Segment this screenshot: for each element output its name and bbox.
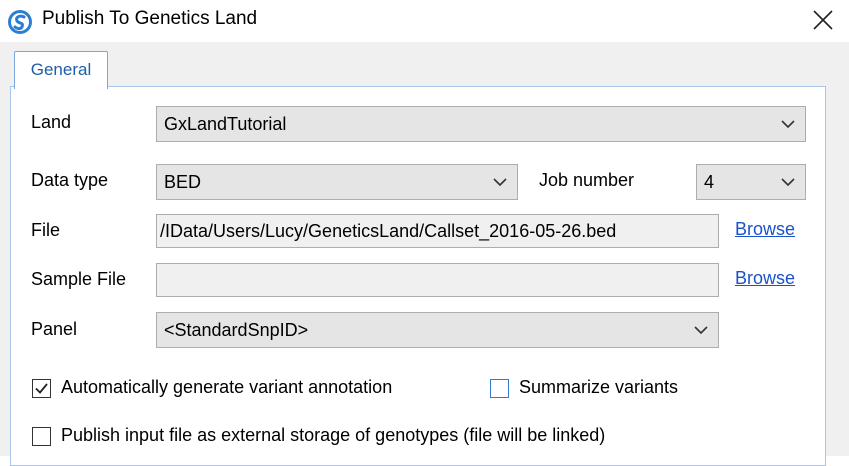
app-logo-icon xyxy=(7,9,33,35)
job-number-select-value: 4 xyxy=(704,172,715,192)
job-number-label: Job number xyxy=(539,170,635,190)
general-panel: Land GxLandTutorial Data type BED Job nu… xyxy=(10,86,826,466)
chevron-down-icon xyxy=(694,326,708,335)
chevron-down-icon xyxy=(781,178,795,187)
summarize-option[interactable]: Summarize variants xyxy=(490,377,720,402)
sample-file-field[interactable] xyxy=(156,263,719,297)
auto-annotation-label: Automatically generate variant annotatio… xyxy=(61,377,393,397)
dialog-body: General Land GxLandTutorial Data type BE… xyxy=(0,42,849,466)
publish-external-checkbox[interactable] xyxy=(32,427,51,446)
summarize-label: Summarize variants xyxy=(519,377,679,397)
job-number-select[interactable]: 4 xyxy=(696,164,806,200)
title-bar: Publish To Genetics Land xyxy=(0,0,849,42)
close-icon xyxy=(813,10,833,30)
data-type-select-value: BED xyxy=(164,172,202,192)
window-title: Publish To Genetics Land xyxy=(42,8,258,29)
publish-external-label: Publish input file as external storage o… xyxy=(61,425,606,445)
close-button[interactable] xyxy=(803,2,843,38)
tab-general[interactable]: General xyxy=(14,51,108,89)
sample-file-label: Sample File xyxy=(31,269,127,289)
summarize-checkbox[interactable] xyxy=(490,379,509,398)
data-type-select[interactable]: BED xyxy=(156,164,518,200)
chevron-down-icon xyxy=(493,178,507,187)
sample-file-browse-link[interactable]: Browse xyxy=(735,268,795,289)
file-path-field[interactable]: /IData/Users/Lucy/GeneticsLand/Callset_2… xyxy=(156,214,719,248)
file-label: File xyxy=(31,220,61,240)
land-select-value: GxLandTutorial xyxy=(164,114,287,134)
checkmark-icon xyxy=(35,383,48,394)
land-select[interactable]: GxLandTutorial xyxy=(156,106,806,142)
auto-annotation-option[interactable]: Automatically generate variant annotatio… xyxy=(32,377,452,402)
panel-select-value: <StandardSnpID> xyxy=(164,320,309,340)
publish-external-option[interactable]: Publish input file as external storage o… xyxy=(32,425,712,450)
chevron-down-icon xyxy=(781,120,795,129)
panel-select[interactable]: <StandardSnpID> xyxy=(156,312,719,348)
auto-annotation-checkbox[interactable] xyxy=(32,379,51,398)
panel-label: Panel xyxy=(31,319,78,339)
file-browse-link[interactable]: Browse xyxy=(735,219,795,240)
data-type-label: Data type xyxy=(31,170,109,190)
land-label: Land xyxy=(31,112,72,132)
